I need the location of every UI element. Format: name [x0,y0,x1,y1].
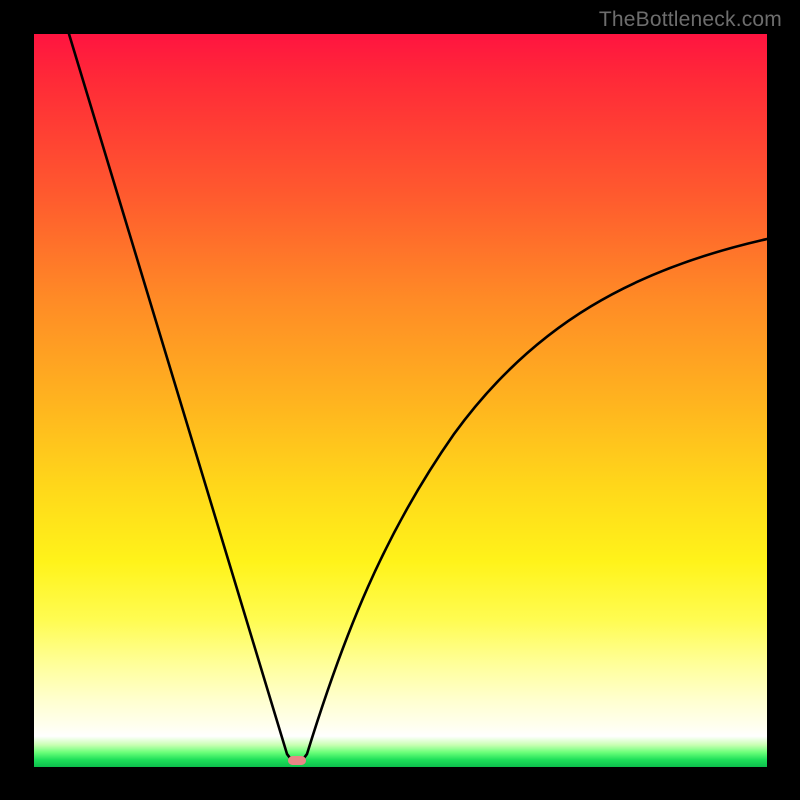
plot-area [34,34,767,767]
watermark-text: TheBottleneck.com [599,8,782,32]
bottleneck-curve [34,34,767,767]
minimum-marker [288,756,306,765]
chart-frame: TheBottleneck.com [0,0,800,800]
curve-path [69,34,767,762]
